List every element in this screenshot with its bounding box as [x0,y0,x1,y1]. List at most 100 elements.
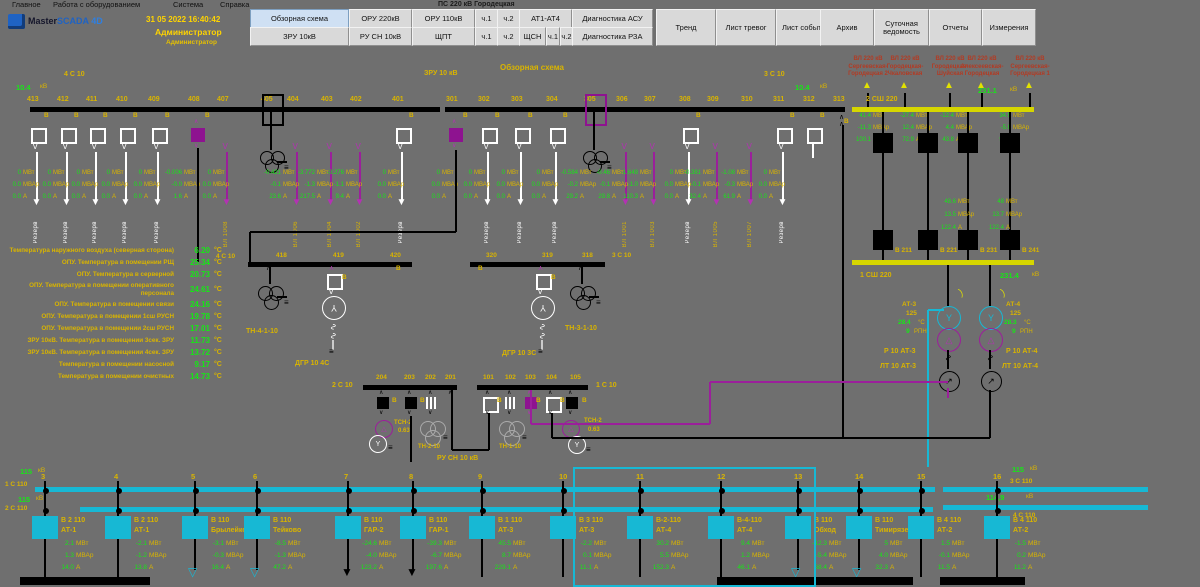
breaker-closed[interactable] [191,128,205,142]
bus-1sh220[interactable] [852,260,1034,265]
nav-button[interactable]: ч.2 [497,9,520,28]
wire [996,539,998,577]
b-label: В [790,113,795,120]
reactor-icon: ∿ [328,332,337,340]
fork-icon: V [650,143,655,151]
wire [451,390,453,450]
nav-button[interactable]: Суточная ведомость [874,9,929,46]
measurement: 0.0А [362,194,392,200]
menu-item-1[interactable]: Работа с оборудованием [53,0,140,9]
feeder-110-name: В 110 [875,517,893,524]
breaker-closed[interactable] [377,397,389,409]
temperature-label: ОПУ. Температура в помещении 2сш РУСН [2,325,174,333]
breaker-110[interactable] [335,516,361,539]
nav-button[interactable]: ч.2 [497,27,520,46]
breaker-220[interactable] [1000,230,1020,250]
breaker-closed[interactable] [449,128,463,142]
measurement: 0МВт [481,170,519,176]
line-arrow-down-icon: ▼ [406,566,418,579]
reactor-icon: ∿ [328,323,337,331]
temperature-panel: Температура наружного воздуха (северная … [2,246,234,384]
wire [401,152,403,202]
breaker-220[interactable] [958,133,978,153]
nav-button[interactable]: ОРУ 220кВ [349,9,412,28]
wire [947,388,949,398]
nav-button[interactable]: Лист тревог [716,9,776,46]
disconnector[interactable] [426,397,438,409]
nav-button[interactable]: Измерения [982,9,1036,46]
nav-button[interactable]: ч.1 [475,27,498,46]
nav-button[interactable]: РУ СН 10кВ [349,27,412,46]
measurement: 0.0А [27,194,57,200]
nav-button[interactable]: Обзорная схема [250,9,349,28]
bus-4c10[interactable] [30,107,440,112]
nav-button[interactable]: Архив [820,9,874,46]
wire [481,539,483,577]
bay-number: 304 [546,96,558,103]
nav-button[interactable]: ЩСН [519,27,546,46]
wire [197,148,199,262]
breaker-110[interactable] [400,516,426,539]
selected-bay-box [262,94,284,126]
breaker-110[interactable] [105,516,131,539]
menu-item-0[interactable]: Главное [12,0,41,9]
breaker-110[interactable] [182,516,208,539]
measurement: -0.1МВАр [926,553,970,560]
breaker-110[interactable] [846,516,872,539]
measurement: 34.9МВт [985,113,1025,119]
breaker-110[interactable] [32,516,58,539]
menu-item-2[interactable]: Система [173,0,203,9]
measurement: -24.6МВт [353,541,392,548]
bay-number: 101 [483,375,494,382]
v110: 115 [18,496,30,504]
breaker-220[interactable] [918,133,938,153]
feeder-110-name: Обход [814,527,836,534]
breaker-110[interactable] [984,516,1010,539]
wire [904,93,906,107]
chevron-up-icon: ∧ [452,119,456,125]
nav-button[interactable]: ч.1 [475,9,498,28]
breaker-220[interactable] [873,230,893,250]
fork-icon: V [398,143,403,151]
nav-button[interactable]: Диагностика РЗА [572,27,653,46]
bus-4c110[interactable] [943,505,1148,510]
nav-button[interactable]: ЗРУ 10кВ [250,27,349,46]
nav-button[interactable]: ч.1 [546,27,560,46]
disconnector[interactable] [505,397,517,409]
measurement: 0.0МВАр [516,182,558,188]
nav-button[interactable]: ЩПТ [412,27,475,46]
bus-3c110[interactable] [943,487,1148,492]
breaker-220[interactable] [873,133,893,153]
temperature-unit: °C [214,247,234,254]
at-rated: 125 [906,311,917,318]
bay-number: 4 [114,473,118,481]
breaker-110[interactable] [908,516,934,539]
breaker-220[interactable] [958,230,978,250]
measurement: 0МВт [187,170,225,176]
bus-3c10[interactable] [445,107,845,112]
breaker-110[interactable] [244,516,270,539]
bus-220-1-voltage: 231.4 [1000,272,1019,280]
nav-button[interactable]: Диагностика АСУ [572,9,653,28]
nav-button[interactable]: ОРУ 110кВ [412,9,475,28]
symbol-circle [919,488,925,494]
breaker-220[interactable] [1000,133,1020,153]
nav-button[interactable]: АТ1-АТ4 [519,9,572,28]
breaker-closed[interactable] [405,397,417,409]
breaker-220-label: В 211 [895,248,912,255]
breaker-closed[interactable] [566,397,578,409]
feeder-110-name: ГАР-1 [429,527,448,534]
at-temp: 28.4 [898,320,911,327]
menu-item-3[interactable]: Справка [220,0,249,9]
nav-button[interactable]: Тренд [656,9,716,46]
b-label: В [536,398,541,405]
b-label: В [392,398,397,405]
reactor-icon: ∿ [537,323,546,331]
measurement: 0МВт [743,170,781,176]
breaker-open[interactable] [807,128,823,144]
nav-button[interactable]: Отчеты [929,9,982,46]
breaker-110[interactable] [469,516,495,539]
bay-number: 401 [392,96,404,103]
bus-2sh220[interactable] [852,107,1034,112]
breaker-220[interactable] [918,230,938,250]
